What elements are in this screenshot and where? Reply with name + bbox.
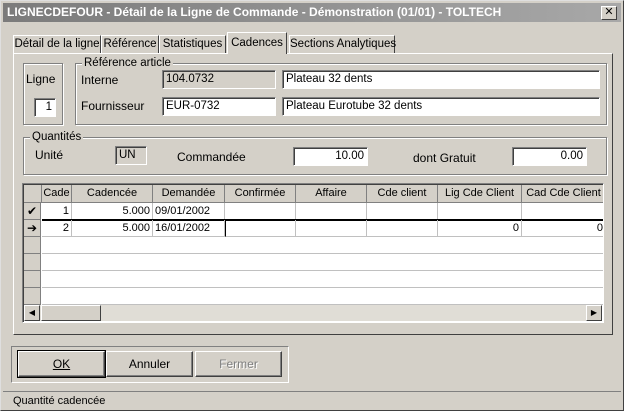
column-header[interactable]: Cadencée	[72, 185, 153, 203]
title-bar: LIGNECDEFOUR - Détail de la Ligne de Com…	[3, 3, 621, 22]
table-cell[interactable]: 16/01/2002	[153, 220, 225, 237]
table-cell[interactable]	[296, 220, 367, 237]
scroll-left-icon[interactable]: ◀	[24, 305, 40, 321]
dialog-window: LIGNECDEFOUR - Détail de la Ligne de Com…	[0, 0, 624, 411]
status-bar: Quantité cadencée	[3, 391, 621, 409]
annuler-button-label: Annuler	[128, 357, 171, 371]
horizontal-scrollbar[interactable]: ◀ ▶	[24, 305, 602, 321]
table-cell[interactable]: 0	[438, 220, 522, 237]
grid-corner	[24, 185, 42, 203]
cadences-grid[interactable]: Cade Cadencée Demandée Confirmée Affaire…	[22, 183, 604, 323]
interne-label: Interne	[81, 73, 119, 87]
tab-sections-analytiques[interactable]: Sections Analytiques	[289, 35, 396, 54]
column-header[interactable]: Cde client	[367, 185, 438, 203]
table-cell[interactable]: 5.000	[72, 220, 153, 237]
row-indicator[interactable]	[24, 237, 41, 254]
row-arrow-icon[interactable]: ➔	[24, 220, 41, 237]
reference-article-group-label: Référence article	[82, 56, 173, 70]
quantites-group-label: Quantités	[30, 130, 84, 144]
tab-detail-ligne[interactable]: Détail de la ligne	[13, 35, 101, 54]
fournisseur-label: Fournisseur	[81, 99, 145, 113]
column-header[interactable]: Cad Cde Client	[522, 185, 603, 203]
empty-row[interactable]	[42, 271, 603, 288]
unite-label: Unité	[35, 148, 64, 162]
column-header[interactable]: Lig Cde Client	[438, 185, 522, 203]
table-cell[interactable]: 5.000	[72, 203, 153, 220]
tab-cadences[interactable]: Cadences	[227, 32, 287, 54]
table-cell[interactable]	[296, 203, 367, 220]
table-cell[interactable]	[225, 203, 296, 220]
table-cell[interactable]: 09/01/2002	[153, 203, 225, 220]
ligne-label: Ligne	[26, 72, 56, 86]
table-cell-editing[interactable]	[225, 220, 296, 237]
empty-row[interactable]	[42, 237, 603, 254]
annuler-button[interactable]: Annuler	[106, 351, 193, 377]
empty-row[interactable]	[42, 254, 603, 271]
fournisseur-code-field[interactable]: EUR-0732	[162, 97, 276, 116]
window-title: LIGNECDEFOUR - Détail de la Ligne de Com…	[7, 5, 502, 19]
unite-field: UN	[115, 146, 147, 165]
commandee-label: Commandée	[177, 150, 246, 164]
row-checkmark-icon[interactable]: ✔	[24, 203, 41, 220]
row-indicator[interactable]	[24, 271, 41, 288]
gratuit-field[interactable]: 0.00	[512, 147, 587, 166]
fermer-button-label: Fermer	[219, 357, 258, 371]
scroll-right-icon[interactable]: ▶	[586, 305, 602, 321]
gratuit-label: dont Gratuit	[413, 151, 476, 165]
column-header[interactable]: Confirmée	[225, 185, 296, 203]
ok-button-label: OK	[52, 357, 71, 371]
ligne-number-field[interactable]: 1	[34, 98, 56, 117]
fournisseur-description-field[interactable]: Plateau Eurotube 32 dents	[282, 97, 600, 116]
table-cell[interactable]: 2	[42, 220, 72, 237]
table-cell[interactable]: 0	[522, 220, 603, 237]
column-header[interactable]: Affaire	[296, 185, 367, 203]
interne-description-field[interactable]: Plateau 32 dents	[282, 70, 600, 89]
table-cell[interactable]	[522, 203, 603, 220]
row-indicator[interactable]	[24, 254, 41, 271]
column-header[interactable]: Demandée	[153, 185, 225, 203]
table-cell[interactable]	[438, 203, 522, 220]
tab-reference[interactable]: Référence	[101, 35, 159, 54]
fermer-button: Fermer	[195, 351, 282, 377]
table-cell[interactable]	[367, 220, 438, 237]
interne-code-field: 104.0732	[162, 70, 276, 89]
tab-statistiques[interactable]: Statistiques	[159, 35, 226, 54]
close-button[interactable]: ✕	[601, 6, 617, 20]
commandee-field[interactable]: 10.00	[293, 147, 368, 166]
table-cell[interactable]	[367, 203, 438, 220]
scroll-thumb[interactable]	[41, 305, 101, 321]
empty-row[interactable]	[42, 288, 603, 305]
column-header[interactable]: Cade	[42, 185, 72, 203]
row-indicator[interactable]	[24, 288, 41, 305]
ok-button[interactable]: OK	[17, 350, 106, 378]
table-cell[interactable]: 1	[42, 203, 72, 220]
